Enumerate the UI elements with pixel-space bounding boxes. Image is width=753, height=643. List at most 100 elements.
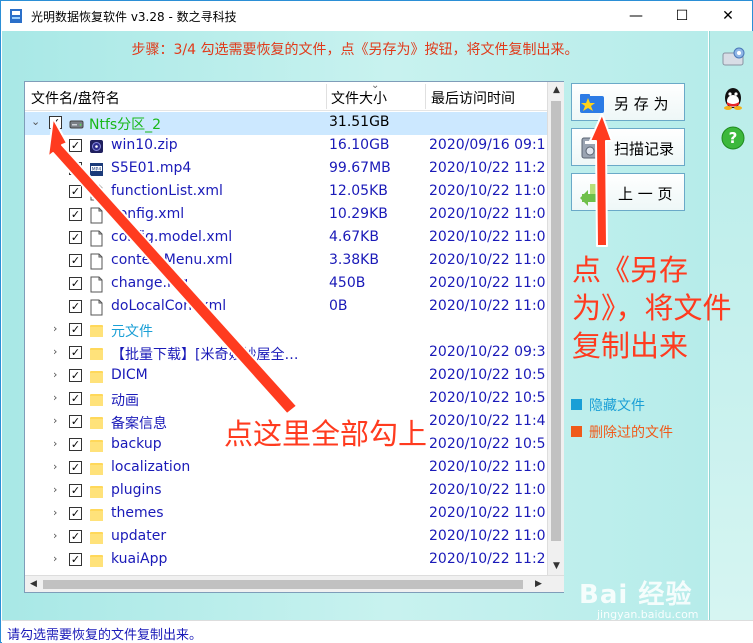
tree-row-folder[interactable]: › ✓ 元文件 (25, 319, 547, 342)
row-name: backup (111, 436, 162, 452)
annotation-save-line3: 复制出来 (572, 329, 689, 363)
tree-row-file[interactable]: ✓ doLocalConf.xml 0B 2020/10/22 11:0 (25, 296, 547, 319)
save-as-button[interactable]: 另 存 为 (571, 83, 685, 121)
row-date: 2020/10/22 11:0 (429, 183, 546, 199)
row-checkbox[interactable]: ✓ (69, 484, 82, 497)
tree-row-folder[interactable]: › ✓ DICM 2020/10/22 10:5 (25, 365, 547, 388)
expand-arrow-icon[interactable]: › (53, 483, 57, 496)
back-arrow-icon (580, 184, 602, 206)
row-checkbox[interactable]: ✓ (69, 415, 82, 428)
row-size: 4.67KB (329, 229, 379, 245)
row-checkbox[interactable]: ✓ (69, 323, 82, 336)
tree-row-file[interactable]: ✓ MP4 S5E01.mp4 99.67MB 2020/10/22 11:2 (25, 158, 547, 181)
row-checkbox[interactable]: ✓ (49, 116, 62, 129)
horizontal-scrollbar[interactable]: ◀ ▶ (25, 575, 564, 592)
qq-icon[interactable] (720, 85, 746, 111)
row-checkbox[interactable]: ✓ (69, 530, 82, 543)
row-size: 99.67MB (329, 160, 391, 176)
close-button[interactable]: ✕ (705, 1, 751, 31)
row-name: DICM (111, 367, 148, 383)
tree-row-folder[interactable]: › ✓ 【批量下载】[米奇妙妙屋全… 2020/10/22 09:3 (25, 342, 547, 365)
tree-row-folder[interactable]: › ✓ updater 2020/10/22 11:0 (25, 526, 547, 549)
expand-arrow-icon[interactable]: › (53, 506, 57, 519)
help-icon[interactable]: ? (720, 125, 746, 151)
row-checkbox[interactable]: ✓ (69, 300, 82, 313)
legend-deleted-label: 删除过的文件 (589, 425, 673, 441)
tree-row-folder[interactable]: › ✓ themes 2020/10/22 11:0 (25, 503, 547, 526)
row-name: 【批量下载】[米奇妙妙屋全… (111, 347, 299, 363)
app-window: 光明数据恢复软件 v3.28 - 数之寻科技 — ☐ ✕ 步骤：3/4 勾选需要… (0, 0, 753, 643)
row-checkbox[interactable]: ✓ (69, 553, 82, 566)
tree-row-file[interactable]: ✓ contextMenu.xml 3.38KB 2020/10/22 11:0 (25, 250, 547, 273)
drive-icon (69, 115, 84, 132)
row-checkbox[interactable]: ✓ (69, 162, 82, 175)
tree-row-drive[interactable]: ⌄ ✓ Ntfs分区_2 31.51GB (25, 112, 547, 135)
scroll-up-icon[interactable]: ▲ (548, 82, 565, 99)
expand-arrow-icon[interactable]: › (53, 460, 57, 473)
prev-page-label: 上 一 页 (618, 185, 673, 203)
row-date: 2020/10/22 11:0 (429, 229, 546, 245)
row-checkbox[interactable]: ✓ (69, 254, 82, 267)
tree-row-folder[interactable]: › ✓ kuaiApp 2020/10/22 11:2 (25, 549, 547, 570)
row-checkbox[interactable]: ✓ (69, 507, 82, 520)
maximize-button[interactable]: ☐ (659, 1, 705, 31)
column-header-date[interactable]: 最后访问时间 (431, 88, 515, 108)
folder-icon (89, 391, 104, 408)
doc-icon (89, 299, 104, 316)
row-checkbox[interactable]: ✓ (69, 346, 82, 359)
row-checkbox[interactable]: ✓ (69, 369, 82, 382)
collapse-arrow-icon[interactable]: ⌄ (31, 115, 40, 128)
row-date: 2020/10/22 10:5 (429, 436, 546, 452)
column-divider[interactable] (425, 84, 426, 109)
column-header-name[interactable]: 文件名/盘符名 (31, 88, 120, 108)
row-name: plugins (111, 482, 162, 498)
step-instruction: 步骤：3/4 勾选需要恢复的文件，点《另存为》按钮，将文件复制出来。 (131, 42, 579, 58)
row-checkbox[interactable]: ✓ (69, 208, 82, 221)
column-divider[interactable] (326, 84, 327, 109)
vertical-scrollbar[interactable]: ▲ ▼ (547, 82, 564, 575)
expand-arrow-icon[interactable]: › (53, 345, 57, 358)
column-header-size[interactable]: 文件大小 (331, 88, 387, 108)
tree-row-folder[interactable]: › ✓ plugins 2020/10/22 11:0 (25, 480, 547, 503)
vertical-scroll-thumb[interactable] (551, 101, 561, 541)
row-checkbox[interactable]: ✓ (69, 438, 82, 451)
tree-row-file[interactable]: ✓ functionList.xml 12.05KB 2020/10/22 11:0 (25, 181, 547, 204)
scan-record-icon (581, 137, 599, 159)
expand-arrow-icon[interactable]: › (53, 391, 57, 404)
tree-row-folder[interactable]: › ✓ 动画 2020/10/22 10:5 (25, 388, 547, 411)
expand-arrow-icon[interactable]: › (53, 322, 57, 335)
horizontal-scroll-thumb[interactable] (43, 580, 523, 589)
scroll-down-icon[interactable]: ▼ (548, 558, 565, 575)
prev-page-button[interactable]: 上 一 页 (571, 173, 685, 211)
tree-row-file[interactable]: ✓ change.log 450B 2020/10/22 11:0 (25, 273, 547, 296)
row-checkbox[interactable]: ✓ (69, 185, 82, 198)
scan-record-button[interactable]: 扫描记录 (571, 128, 685, 166)
settings-icon[interactable] (720, 45, 746, 71)
expand-arrow-icon[interactable]: › (53, 552, 57, 565)
tree-row-folder[interactable]: › ✓ localization 2020/10/22 11:0 (25, 457, 547, 480)
expand-arrow-icon[interactable]: › (53, 414, 57, 427)
scroll-left-icon[interactable]: ◀ (25, 576, 42, 593)
title-bar[interactable]: 光明数据恢复软件 v3.28 - 数之寻科技 — ☐ ✕ (1, 1, 752, 31)
tree-row-file[interactable]: ✓ config.xml 10.29KB 2020/10/22 11:0 (25, 204, 547, 227)
row-size: 10.29KB (329, 206, 388, 222)
video-icon: MP4 (89, 161, 104, 178)
row-checkbox[interactable]: ✓ (69, 461, 82, 474)
minimize-button[interactable]: — (613, 1, 659, 31)
window-title: 光明数据恢复软件 v3.28 - 数之寻科技 (31, 10, 237, 24)
row-checkbox[interactable]: ✓ (69, 231, 82, 244)
row-checkbox[interactable]: ✓ (69, 139, 82, 152)
expand-arrow-icon[interactable]: › (53, 529, 57, 542)
row-name: 元文件 (111, 324, 153, 340)
expand-arrow-icon[interactable]: › (53, 368, 57, 381)
scroll-right-icon[interactable]: ▶ (530, 576, 547, 593)
row-checkbox[interactable]: ✓ (69, 277, 82, 290)
tree-row-file[interactable]: ✓ win10.zip 16.10GB 2020/09/16 09:1 (25, 135, 547, 158)
row-checkbox[interactable]: ✓ (69, 392, 82, 405)
folder-icon (89, 345, 104, 362)
row-size: 12.05KB (329, 183, 388, 199)
row-date: 2020/10/22 11:0 (429, 206, 546, 222)
row-date: 2020/10/22 11:0 (429, 528, 546, 544)
expand-arrow-icon[interactable]: › (53, 437, 57, 450)
tree-row-file[interactable]: ✓ config.model.xml 4.67KB 2020/10/22 11:0 (25, 227, 547, 250)
